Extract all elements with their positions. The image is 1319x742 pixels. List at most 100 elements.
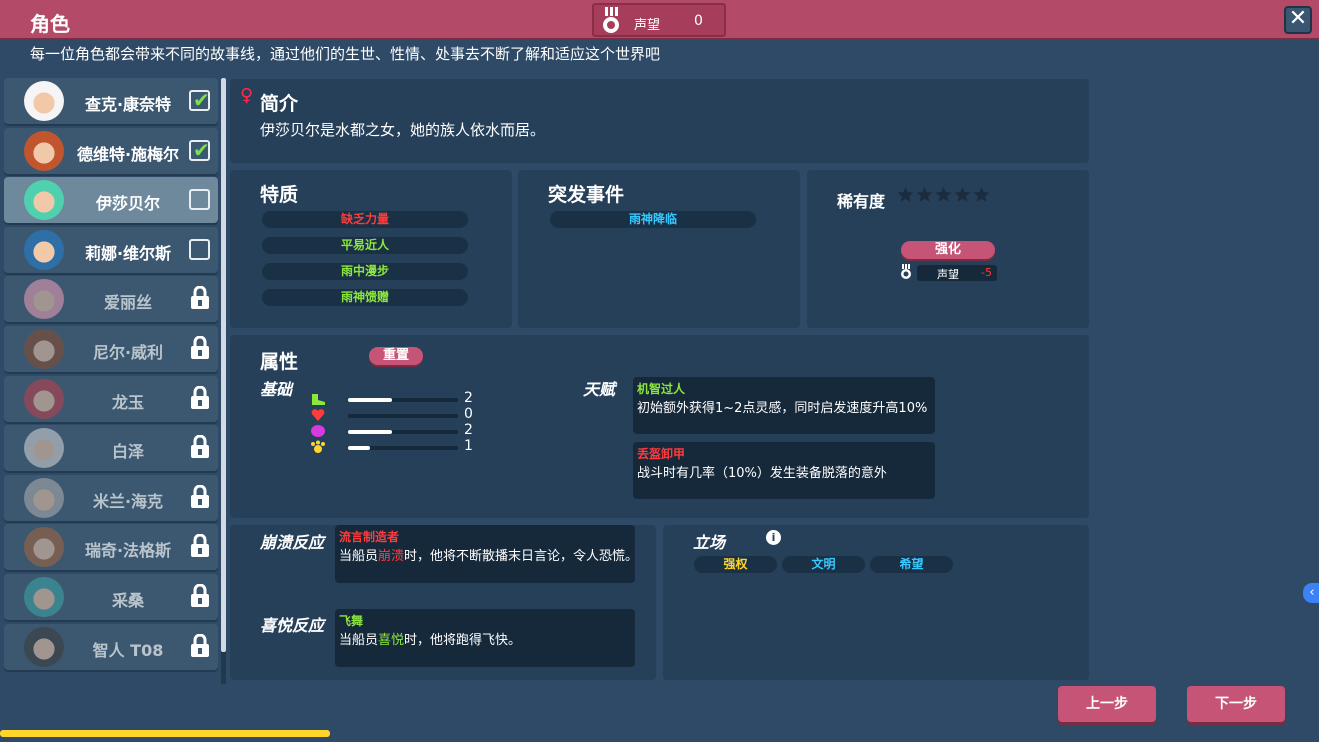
trait-pill[interactable]: 雨神馈赠 — [262, 289, 468, 306]
character-portrait — [24, 626, 64, 667]
star-icon — [935, 186, 952, 202]
medal-icon — [603, 7, 619, 33]
character-portrait — [24, 527, 64, 568]
page-title: 角色 — [30, 12, 70, 36]
character-name: 尼尔·威利 — [92, 342, 164, 362]
star-icon — [954, 186, 971, 202]
expand-side-tab[interactable]: ‹ — [1303, 583, 1319, 603]
lock-icon — [190, 633, 210, 658]
talent-name: 丢盔卸甲 — [637, 447, 686, 461]
character-name: 查克·康奈特 — [84, 95, 172, 114]
lock-icon — [190, 583, 210, 608]
character-portrait — [24, 477, 64, 518]
rarity-panel: 稀有度 强化 声望 -5 — [807, 170, 1089, 328]
trait-pill[interactable]: 雨中漫步 — [262, 263, 468, 280]
reset-button[interactable]: 重置 — [369, 347, 423, 365]
trait-pill[interactable]: 缺乏力量 — [262, 211, 468, 228]
stance-heading: 立场 — [693, 533, 726, 552]
character-item[interactable]: 莉娜·维尔斯 — [4, 226, 218, 273]
character-checkbox[interactable] — [189, 189, 210, 211]
star-icon — [916, 186, 933, 202]
character-portrait — [24, 180, 64, 221]
character-name: 伊莎贝尔 — [95, 194, 160, 214]
medal-icon — [901, 264, 911, 279]
prev-button[interactable]: 上一步 — [1058, 686, 1156, 722]
prestige-counter: 声望 0 — [592, 3, 726, 37]
talent-box[interactable]: 丢盔卸甲 战斗时有几率（10%）发生装备脱落的意外 — [633, 442, 935, 499]
lock-icon — [190, 434, 210, 459]
upgrade-cost: 声望 -5 — [917, 265, 997, 281]
character-list: 查克·康奈特 ✔ 德维特·施梅尔 ✔ 伊莎贝尔莉娜·维尔斯爱丽丝尼尔·威利龙玉白泽米兰·… — [4, 78, 220, 682]
next-button[interactable]: 下一步 — [1187, 686, 1285, 722]
close-button[interactable]: ✕ — [1284, 6, 1312, 34]
lock-icon — [190, 285, 210, 310]
top-bar: 角色 声望 0 ✕ — [0, 0, 1319, 40]
upgrade-button[interactable]: 强化 — [901, 241, 995, 259]
checkmark-icon: ✔ — [193, 88, 210, 112]
stat-bar-fill — [348, 446, 370, 450]
character-item[interactable]: 米兰·海克 — [4, 474, 218, 521]
brain-icon — [311, 425, 325, 437]
cost-label: 声望 — [937, 268, 959, 281]
progress-bar — [0, 730, 330, 737]
stat-bar-fill — [348, 430, 392, 434]
boot-icon — [312, 394, 325, 405]
lock-icon — [190, 335, 210, 360]
stance-pill[interactable]: 希望 — [870, 556, 953, 573]
stat-bar — [348, 414, 458, 418]
character-portrait — [24, 378, 64, 419]
character-checkbox[interactable]: ✔ — [189, 88, 210, 112]
character-item[interactable]: 查克·康奈特 ✔ — [4, 78, 218, 124]
base-label: 基础 — [260, 380, 293, 399]
collapse-reaction-desc: 当船员崩溃时，他将不断散播末日言论，令人恐慌。 — [339, 549, 639, 564]
joy-reaction-desc: 当船员喜悦时，他将跑得飞快。 — [339, 633, 522, 648]
checkmark-icon: ✔ — [193, 137, 210, 162]
character-name: 瑞奇·法格斯 — [84, 541, 172, 561]
character-item[interactable]: 智人 T08 — [4, 623, 218, 670]
stance-panel: 立场 i 强权 文明 希望 — [663, 525, 1089, 680]
traits-heading: 特质 — [260, 184, 299, 206]
character-item[interactable]: 采桑 — [4, 573, 218, 620]
character-checkbox[interactable]: ✔ — [189, 137, 210, 162]
lock-icon — [190, 484, 210, 509]
character-name: 白泽 — [111, 442, 144, 462]
info-icon[interactable]: i — [766, 530, 781, 545]
stat-value: 2 — [464, 422, 473, 438]
paw-icon — [311, 440, 325, 453]
talent-label: 天赋 — [583, 380, 616, 399]
stat-bar — [348, 430, 458, 434]
character-checkbox[interactable] — [189, 238, 210, 260]
talent-name: 机智过人 — [637, 382, 686, 396]
reactions-panel: 崩溃反应 流言制造者 当船员崩溃时，他将不断散播末日言论，令人恐慌。 喜悦反应 … — [230, 525, 656, 680]
character-portrait — [24, 229, 64, 270]
talent-desc: 初始额外获得1~2点灵感，同时启发速度升高10% — [637, 401, 928, 416]
talent-box[interactable]: 机智过人初始额外获得1~2点灵感，同时启发速度升高10% — [633, 377, 935, 434]
character-portrait — [24, 328, 64, 369]
joy-reaction-label: 喜悦反应 — [260, 616, 325, 635]
character-item[interactable]: 爱丽丝 — [4, 276, 218, 323]
character-item[interactable]: 瑞奇·法格斯 — [4, 524, 218, 571]
character-item[interactable]: 龙玉 — [4, 375, 218, 422]
star-icon — [897, 186, 914, 202]
stat-value: 1 — [464, 438, 473, 454]
character-item[interactable]: 德维特·施梅尔 ✔ — [4, 127, 218, 174]
heart-icon — [311, 409, 325, 421]
character-name: 莉娜·维尔斯 — [84, 243, 172, 263]
stance-pill[interactable]: 文明 — [782, 556, 865, 573]
page-subtitle: 每一位角色都会带来不同的故事线，通过他们的生世、性情、处事去不断了解和适应这个世… — [30, 45, 661, 63]
stat-value: 0 — [464, 406, 473, 422]
character-item[interactable]: 白泽 — [4, 425, 218, 472]
character-item[interactable]: 尼尔·威利 — [4, 325, 218, 372]
star-icon — [973, 186, 990, 202]
character-name: 智人 T08 — [92, 640, 164, 660]
female-icon: ♀ — [240, 85, 254, 106]
attributes-panel: 属性 重置 基础 2021 天赋 机智过人 初始额外获得1~2点灵感，同时启发速度… — [230, 335, 1089, 518]
lock-icon — [190, 385, 210, 410]
event-pill[interactable]: 雨神降临 — [550, 211, 756, 228]
scrollbar-thumb[interactable] — [221, 78, 226, 652]
character-item[interactable]: 伊莎贝尔 — [4, 177, 218, 224]
character-name: 德维特·施梅尔 — [76, 144, 180, 164]
stance-pill[interactable]: 强权 — [694, 556, 777, 573]
trait-pill[interactable]: 平易近人 — [262, 237, 468, 254]
intro-text: 伊莎贝尔是水都之女，她的族人依水而居。 — [260, 121, 546, 139]
